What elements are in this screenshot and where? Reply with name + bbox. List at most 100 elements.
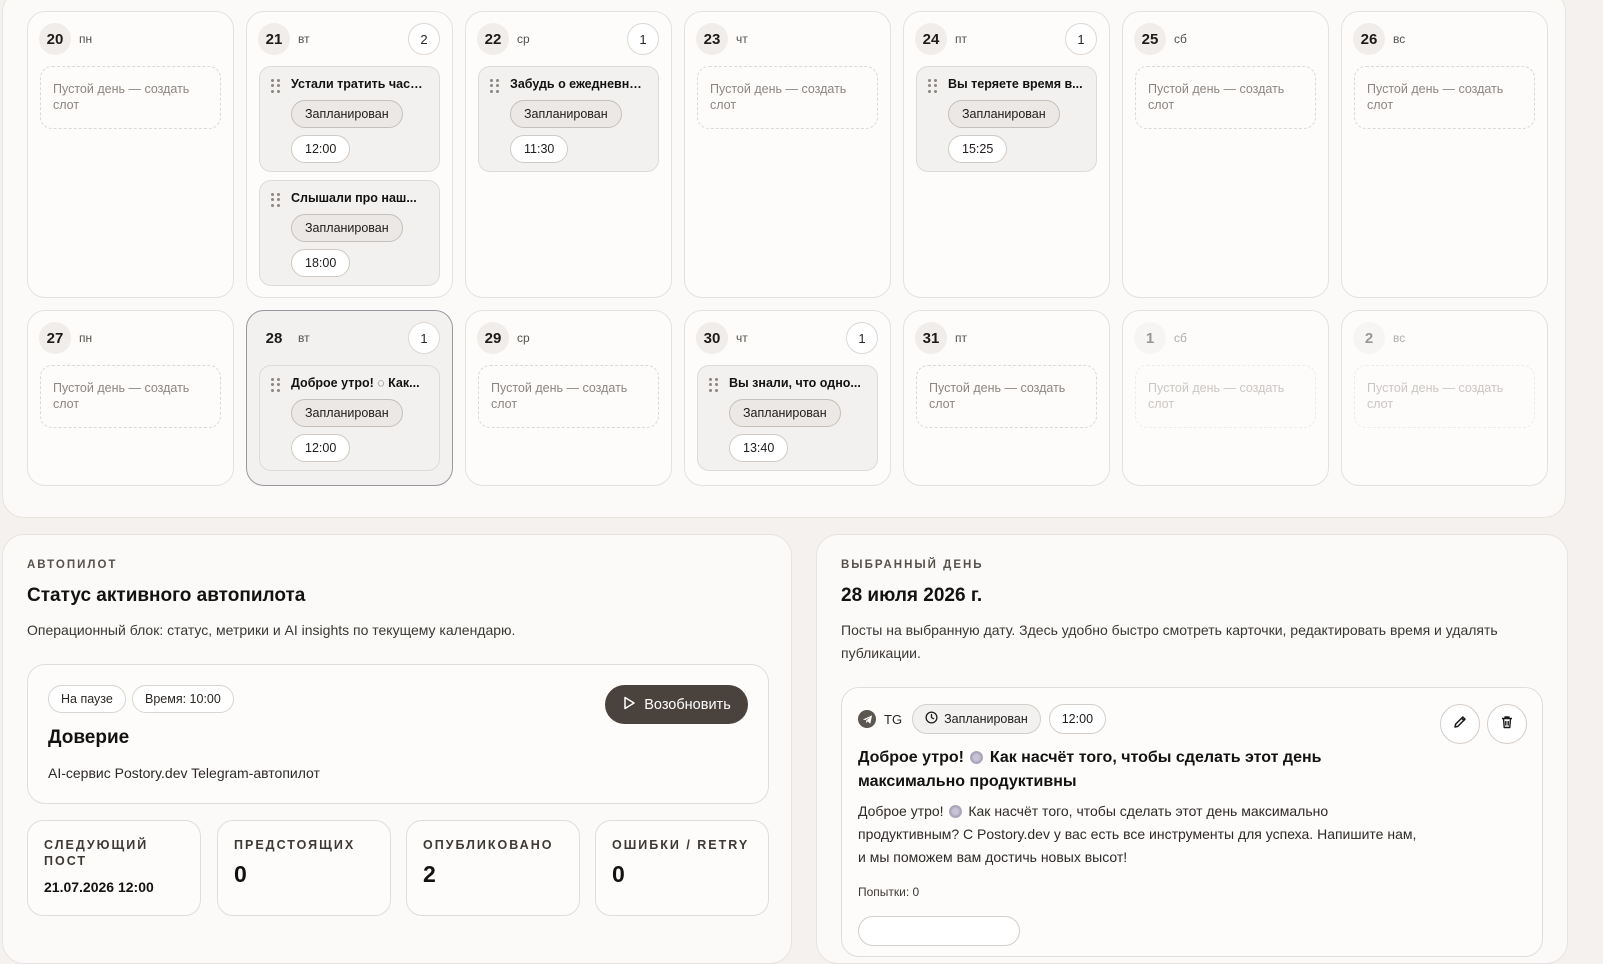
day-number: 28 [265,329,283,347]
post-time-badge[interactable]: 11:30 [510,135,569,163]
day-weekday: пт [955,32,967,46]
post-status-badge: Запланирован [729,399,841,427]
day-number: 2 [1353,322,1385,354]
drag-handle-icon[interactable] [928,79,938,93]
day-weekday: вт [298,331,310,345]
calendar-day[interactable]: 2 вс Пустой день — создать слот [1341,310,1548,486]
autopilot-eyebrow: АВТОПИЛОТ [27,559,118,571]
create-slot-button[interactable]: Пустой день — создать слот [478,365,659,428]
edit-button[interactable] [1440,704,1480,744]
day-number: 26 [1353,23,1385,55]
calendar-day[interactable]: 30 чт 1 Вы знали, что одно... Запланирован 13… [684,310,891,486]
autopilot-subtitle: AI-сервис Postory.dev Telegram-автопилот [48,765,320,781]
day-number: 24 [915,23,947,55]
day-number: 25 [1134,23,1166,55]
autopilot-card: На паузе Время: 10:00 Возобновить Довери… [27,664,769,804]
post-status-label: Запланирован [944,712,1028,726]
metric-next-post: Следующий пост 21.07.2026 12:00 [27,820,201,916]
flower-emoji-icon [949,805,963,818]
day-weekday: пт [955,331,967,345]
post-detail-card: TG Запланирован 12:00 Доброе утро! Как н… [841,687,1543,957]
create-slot-button[interactable]: Пустой день — создать слот [1354,365,1535,428]
create-slot-button[interactable]: Пустой день — создать слот [40,66,221,129]
post-card[interactable]: Вы теряете время в... Запланирован 15:25 [916,66,1097,172]
post-action-pill[interactable] [858,916,1020,946]
create-slot-button[interactable]: Пустой день — создать слот [697,66,878,129]
drag-handle-icon[interactable] [271,193,281,207]
day-post-count-badge: 1 [408,322,440,354]
day-weekday: вс [1393,32,1406,46]
create-slot-button[interactable]: Пустой день — создать слот [916,365,1097,428]
autopilot-title: Статус активного автопилота [27,585,306,606]
day-header: 22 ср 1 [477,23,659,55]
drag-handle-icon[interactable] [490,79,500,93]
day-number: 1 [1134,322,1166,354]
post-meta: TG Запланирован 12:00 [858,704,1107,734]
time-badge: Время: 10:00 [132,685,234,713]
day-weekday: чт [736,32,748,46]
day-header: 23 чт [696,23,878,55]
create-slot-button[interactable]: Пустой день — создать слот [1135,66,1316,129]
flower-emoji-icon [970,751,984,764]
day-weekday: чт [736,331,748,345]
post-status-badge: Запланирован [510,100,622,128]
post-card[interactable]: Устали тратить часы ... Запланирован 12:00 [259,66,440,172]
drag-handle-icon[interactable] [271,79,281,93]
post-title-start: Доброе утро! [858,749,964,766]
post-card[interactable]: Слышали про наш... Запланирован 18:00 [259,180,440,286]
post-card[interactable]: Доброе утро! ◌ Как... Запланирован 12:00 [259,365,440,471]
day-weekday: ср [517,331,530,345]
post-card[interactable]: Забудь о ежедневны... Запланирован 11:30 [478,66,659,172]
day-number: 27 [39,322,71,354]
autopilot-name: Доверие [48,727,130,748]
post-status-badge: Запланирован [291,214,403,242]
day-weekday: пн [79,331,93,345]
calendar-day[interactable]: 31 пт Пустой день — создать слот [903,310,1110,486]
post-title: Вы знали, что одно... [729,376,861,390]
post-status-badge: Запланирован [291,399,403,427]
post-status-badge: Запланирован [912,704,1041,734]
create-slot-button[interactable]: Пустой день — создать слот [40,365,221,428]
day-number: 21 [258,23,290,55]
day-header: 30 чт 1 [696,322,878,354]
calendar-day[interactable]: 23 чт Пустой день — создать слот [684,11,891,298]
calendar-day[interactable]: 24 пт 1 Вы теряете время в... Запланирован 15… [903,11,1110,298]
calendar-day[interactable]: 26 вс Пустой день — создать слот [1341,11,1548,298]
telegram-icon [858,710,876,728]
resume-label: Возобновить [644,696,731,713]
day-header: 25 сб [1134,23,1316,55]
drag-handle-icon[interactable] [271,378,281,392]
clock-icon [925,711,938,727]
resume-button[interactable]: Возобновить [605,685,748,724]
calendar-day[interactable]: 21 вт 2 Устали тратить часы ... Запланирован… [246,11,453,298]
calendar-day[interactable]: 27 пн Пустой день — создать слот [27,310,234,486]
calendar-day[interactable]: 28 вт 1 Доброе утро! ◌ Как... Запланирован 12… [246,310,453,486]
calendar-day[interactable]: 25 сб Пустой день — создать слот [1122,11,1329,298]
post-time-badge[interactable]: 12:00 [291,434,351,462]
post-time-badge[interactable]: 18:00 [291,249,351,277]
post-status-badge: Запланирован [291,100,403,128]
create-slot-button[interactable]: Пустой день — создать слот [1135,365,1316,428]
post-title: Вы теряете время в... [948,77,1083,91]
day-weekday: сб [1174,331,1187,345]
calendar-day[interactable]: 1 сб Пустой день — создать слот [1122,310,1329,486]
selected-day-description: Посты на выбранную дату. Здесь удобно бы… [841,622,1498,661]
post-time-badge[interactable]: 12:00 [291,135,351,163]
calendar-day[interactable]: 20 пн Пустой день — создать слот [27,11,234,298]
metric-value: 0 [612,861,625,887]
delete-button[interactable] [1487,704,1527,744]
post-time-badge[interactable]: 12:00 [1048,704,1107,734]
post-time-badge[interactable]: 13:40 [729,434,789,462]
metric-label: Следующий пост [44,838,149,868]
day-number: 30 [696,322,728,354]
post-time-badge[interactable]: 15:25 [948,135,1008,163]
create-slot-button[interactable]: Пустой день — создать слот [1354,66,1535,129]
pencil-icon [1452,714,1468,735]
post-status-badge: Запланирован [948,100,1060,128]
post-attempts: Попытки: 0 [858,885,920,899]
post-card[interactable]: Вы знали, что одно... Запланирован 13:40 [697,365,878,471]
day-post-count-badge: 1 [1065,23,1097,55]
calendar-day[interactable]: 29 ср Пустой день — создать слот [465,310,672,486]
drag-handle-icon[interactable] [709,378,719,392]
calendar-day[interactable]: 22 ср 1 Забудь о ежедневны... Запланирован 11… [465,11,672,298]
